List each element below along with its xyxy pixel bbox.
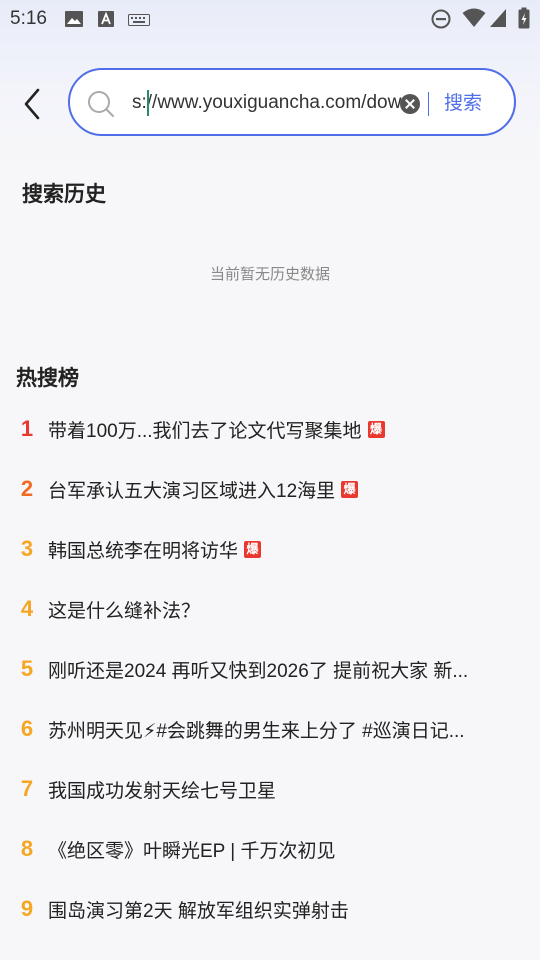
text-a-icon [97,10,115,33]
wifi-icon [462,8,486,33]
hot-item-text: 苏州明天见⚡#会跳舞的男生来上分了 #巡演日记... [48,721,465,742]
hot-item-text: 台军承认五大演习区域进入12海里爆 [48,476,359,503]
search-button[interactable]: 搜索 [444,88,482,115]
hot-rank: 4 [20,596,34,621]
hot-rank: 3 [20,536,34,561]
history-title: 搜索历史 [22,183,106,206]
image-icon [64,10,84,33]
hot-rank: 8 [20,836,34,861]
hot-item-text: 《绝区零》叶瞬光EP | 千万次初见 [48,841,336,862]
hot-search-item[interactable]: 3 韩国总统李在明将访华爆 [0,520,540,580]
battery-icon [518,7,530,34]
cellular-icon [489,8,507,33]
hot-item-text: 韩国总统李在明将访华爆 [48,536,262,563]
hot-rank: 9 [20,896,34,921]
hot-item-text: 刚听还是2024 再听又快到2026了 提前祝大家 新... [48,661,469,682]
chevron-left-icon [24,88,40,120]
hot-item-text: 这是什么缝补法？ [48,601,201,622]
search-icon [86,89,116,124]
hot-item-text: 我国成功发射天绘七号卫星 [48,781,277,802]
hot-rank: 2 [20,476,34,501]
hot-item-text: 围岛演习第2天 解放军组织实弹射击 [48,901,349,922]
search-input[interactable]: s://www.youxiguancha.com/dow [132,84,402,122]
hot-search-item[interactable]: 8 《绝区零》叶瞬光EP | 千万次初见 [0,820,540,880]
hot-item-text: 带着100万...我们去了论文代写聚集地爆 [48,416,385,443]
hot-search-list: 1 带着100万...我们去了论文代写聚集地爆 2 台军承认五大演习区域进入12… [0,400,540,940]
status-bar: 5:16 [0,0,540,36]
history-empty-text: 当前暂无历史数据 [209,266,330,283]
hot-rank: 5 [20,656,34,681]
search-divider [428,92,429,116]
hot-badge: 爆 [367,421,385,439]
text-cursor [147,90,149,116]
do-not-disturb-icon [431,9,451,34]
hot-search-title: 热搜榜 [16,367,79,390]
hot-badge: 爆 [244,541,262,559]
clear-input-icon[interactable] [400,94,420,114]
hot-rank: 1 [20,416,34,441]
search-bar: s://www.youxiguancha.com/dow 搜索 [68,68,516,136]
hot-search-item[interactable]: 5 刚听还是2024 再听又快到2026了 提前祝大家 新... [0,640,540,700]
keyboard-icon [128,13,150,31]
hot-search-item[interactable]: 4 这是什么缝补法？ [0,580,540,640]
hot-search-item[interactable]: 7 我国成功发射天绘七号卫星 [0,760,540,820]
hot-rank: 7 [20,776,34,801]
back-button[interactable] [18,86,48,122]
hot-search-item[interactable]: 9 围岛演习第2天 解放军组织实弹射击 [0,880,540,940]
hot-search-item[interactable]: 2 台军承认五大演习区域进入12海里爆 [0,460,540,520]
status-time: 5:16 [10,8,47,29]
hot-rank: 6 [20,716,34,741]
hot-search-item[interactable]: 1 带着100万...我们去了论文代写聚集地爆 [0,400,540,460]
hot-search-item[interactable]: 6 苏州明天见⚡#会跳舞的男生来上分了 #巡演日记... [0,700,540,760]
hot-badge: 爆 [341,481,359,499]
